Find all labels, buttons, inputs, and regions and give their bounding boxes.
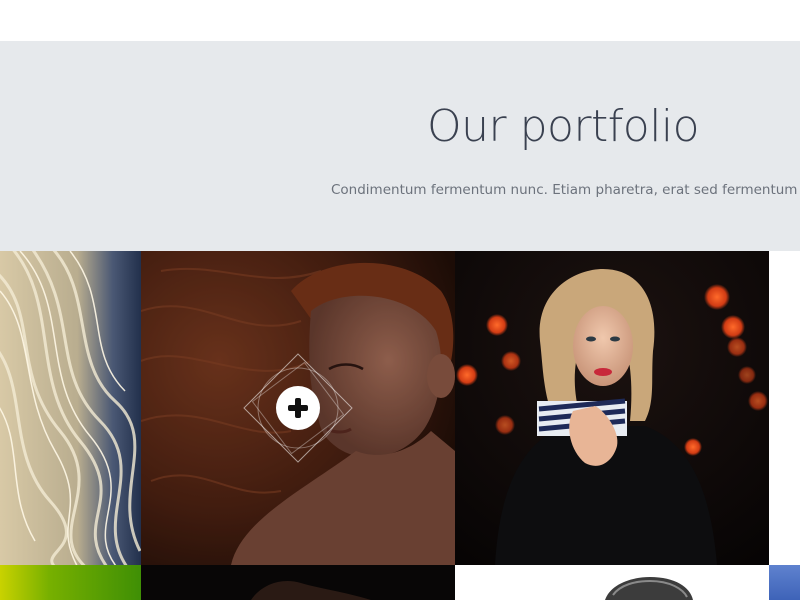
page: Our portfolio Condimentum fermentum nunc…: [0, 0, 800, 600]
portfolio-item-blue[interactable]: [769, 565, 800, 600]
portfolio-grid: [0, 251, 800, 600]
portfolio-header: Our portfolio Condimentum fermentum nunc…: [0, 41, 800, 251]
gray-hair-photo: [455, 565, 769, 600]
portfolio-item-gray-hair[interactable]: [455, 565, 769, 600]
blonde-hair-photo: [0, 251, 141, 565]
portfolio-item-placeholder: [769, 251, 800, 565]
portfolio-item-red-hair[interactable]: [141, 251, 455, 565]
section-title: Our portfolio: [427, 101, 700, 152]
plus-icon[interactable]: [276, 386, 320, 430]
portfolio-item-dark[interactable]: [141, 565, 455, 600]
portfolio-item-blonde-hair[interactable]: [0, 251, 141, 565]
top-bar: [0, 0, 800, 41]
blonde-woman-black-coat-photo: [455, 251, 769, 565]
section-subtitle: Condimentum fermentum nunc. Etiam pharet…: [331, 182, 800, 198]
portfolio-item-green[interactable]: [0, 565, 141, 600]
dark-photo: [141, 565, 455, 600]
portfolio-item-blonde-coat[interactable]: [455, 251, 769, 565]
